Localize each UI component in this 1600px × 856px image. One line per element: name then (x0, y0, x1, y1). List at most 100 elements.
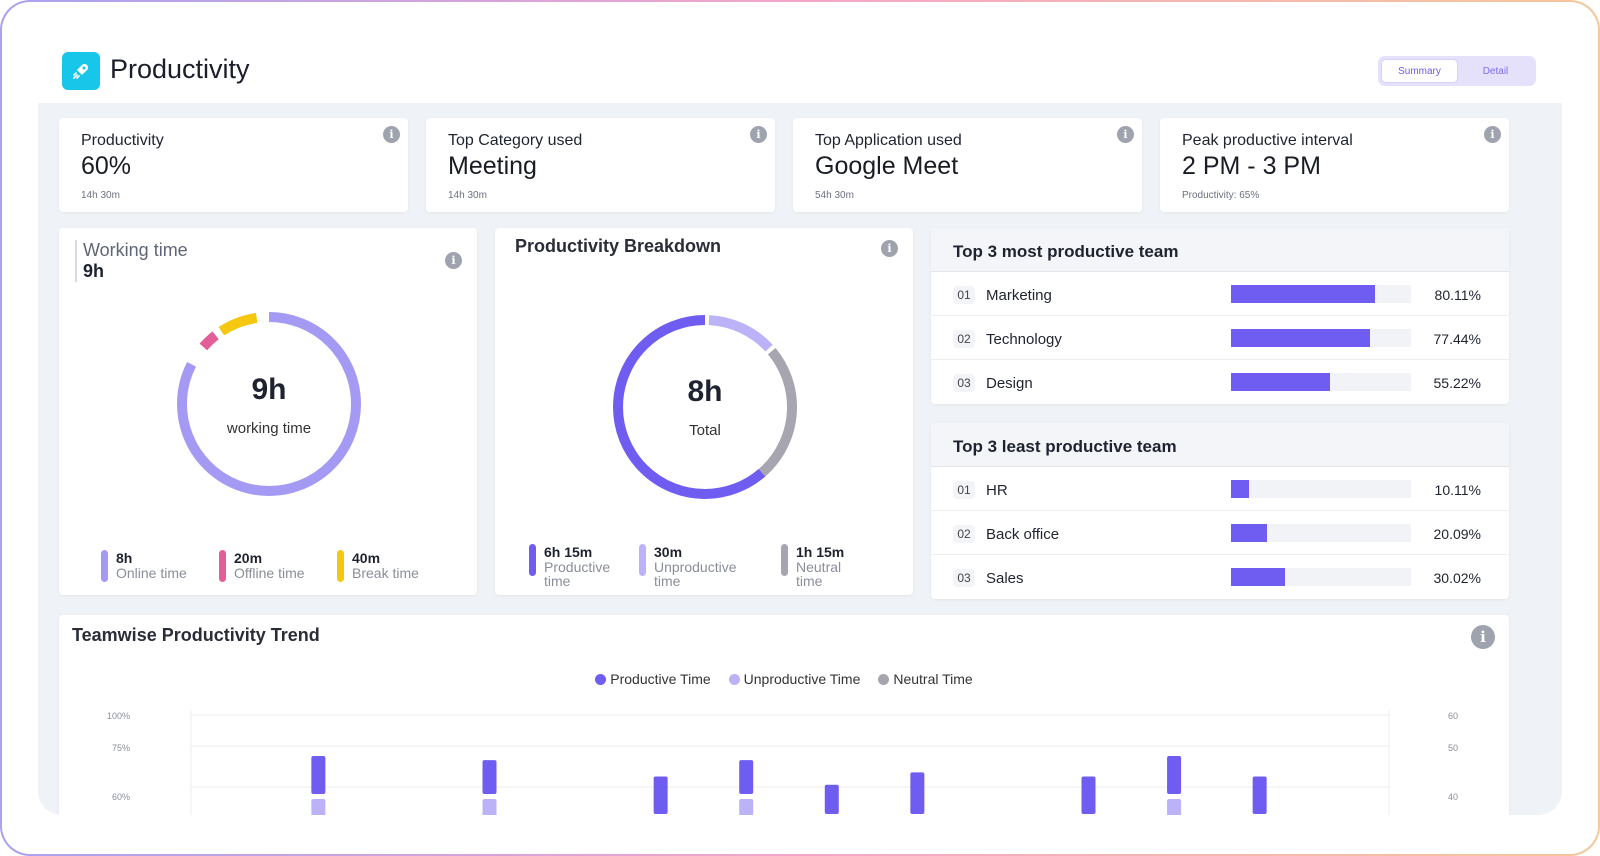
legend-productive-time: 6h 15m Productive time (529, 544, 610, 588)
donut-center-value: 9h (251, 373, 287, 406)
kpi-card-peak-interval: Peak productive interval 2 PM - 3 PM Pro… (1160, 118, 1509, 212)
legend-swatch (101, 550, 108, 582)
unproductive-bar[interactable] (1167, 799, 1182, 815)
rank-badge: 01 (953, 286, 975, 304)
legend-label: time (654, 573, 681, 589)
team-row: 03 Sales 30.02% (931, 555, 1509, 599)
donut-center-value: 8h (687, 375, 723, 408)
team-row: 01 HR 10.11% (931, 467, 1509, 511)
info-icon[interactable]: i (1484, 126, 1501, 143)
most-productive-title: Top 3 most productive team (931, 228, 1509, 272)
breakdown-title: Productivity Breakdown (515, 236, 722, 256)
legend-label: time (796, 573, 823, 589)
productive-bar[interactable] (824, 784, 839, 814)
team-row: 02 Technology 77.44% (931, 316, 1509, 360)
legend-swatch (781, 544, 788, 576)
team-name: Sales (986, 570, 1024, 587)
kpi-label: Peak productive interval (1182, 132, 1353, 149)
team-row: 02 Back office 20.09% (931, 511, 1509, 555)
progress-track (1231, 329, 1411, 347)
productive-bar[interactable] (653, 776, 668, 815)
left-axis-tick: 75% (112, 743, 131, 753)
progress-track (1231, 480, 1411, 498)
legend-label: Online time (116, 565, 187, 581)
info-icon[interactable]: i (1471, 625, 1495, 649)
team-name: Design (986, 375, 1033, 392)
legend-label: Break time (352, 565, 419, 581)
progress-fill (1231, 373, 1331, 391)
kpi-sub: 14h 30m (81, 190, 120, 201)
legend-productive: Productive Time (595, 671, 711, 687)
team-percent: 30.02% (1433, 570, 1481, 586)
info-icon[interactable]: i (881, 240, 898, 257)
team-percent: 80.11% (1434, 287, 1481, 303)
legend-value: 30m (654, 544, 683, 560)
productive-bar[interactable] (1252, 776, 1267, 815)
legend-label: Productive (544, 559, 611, 575)
rank-badge: 01 (953, 481, 975, 499)
productive-bar[interactable] (1167, 756, 1182, 794)
legend-label: time (544, 573, 571, 589)
legend-online-time: 8h Online time (101, 550, 187, 582)
productive-bar[interactable] (739, 760, 754, 794)
kpi-card-top-category: Top Category used Meeting 14h 30m i (426, 118, 775, 212)
progress-track (1231, 373, 1411, 391)
kpi-sub: 54h 30m (815, 190, 854, 201)
legend-dot (728, 674, 740, 685)
donut-center-label: Total (689, 422, 721, 439)
progress-track (1231, 568, 1411, 586)
kpi-label: Top Category used (448, 132, 583, 149)
productive-bar[interactable] (482, 760, 497, 794)
info-icon[interactable]: i (1117, 126, 1134, 143)
productive-bar[interactable] (1081, 776, 1096, 815)
progress-track (1231, 524, 1411, 542)
productive-bar[interactable] (910, 772, 925, 814)
kpi-value: Meeting (448, 152, 537, 180)
legend-label: Neutral (796, 559, 842, 575)
unproductive-bar[interactable] (739, 799, 754, 815)
legend-dot (595, 674, 607, 685)
kpi-card-productivity: Productivity 60% 14h 30m i (59, 118, 408, 212)
rocket-icon (62, 52, 100, 90)
left-axis-tick: 60% (112, 792, 131, 802)
rank-badge: 03 (953, 374, 975, 392)
trend-legend: Productive Time Unproductive Time Neutra… (59, 671, 1509, 687)
team-percent: 55.22% (1433, 375, 1481, 391)
legend-offline-time: 20m Offline time (219, 550, 305, 582)
kpi-label: Productivity (81, 132, 164, 149)
info-icon[interactable]: i (445, 252, 462, 269)
legend-value: 40m (352, 550, 381, 566)
productive-bar[interactable] (311, 756, 326, 794)
legend-value: 20m (234, 550, 263, 566)
kpi-value: Google Meet (815, 152, 959, 180)
summary-tab[interactable]: Summary (1381, 59, 1458, 83)
legend-swatch (639, 544, 646, 576)
progress-fill (1231, 568, 1286, 586)
kpi-card-top-application: Top Application used Google Meet 54h 30m… (793, 118, 1142, 212)
team-percent: 77.44% (1433, 331, 1481, 347)
unproductive-bar[interactable] (482, 799, 497, 815)
legend-value: 1h 15m (796, 544, 845, 560)
info-icon[interactable]: i (383, 126, 400, 143)
unproductive-bar[interactable] (311, 799, 326, 815)
right-axis-tick: 40 (1448, 792, 1459, 802)
legend-neutral: Neutral Time (878, 671, 973, 687)
rank-badge: 03 (953, 569, 975, 587)
progress-fill (1231, 524, 1268, 542)
trend-title: Teamwise Productivity Trend (72, 625, 320, 645)
kpi-value: 2 PM - 3 PM (1182, 152, 1321, 180)
team-name: Technology (986, 331, 1062, 348)
info-icon[interactable]: i (750, 126, 767, 143)
working-time-title: Working time (83, 240, 188, 260)
working-time-card: Working time 9h i 9h working time 8h Onli… (59, 228, 477, 595)
legend-swatch (219, 550, 226, 582)
kpi-sub: Productivity: 65% (1182, 190, 1260, 201)
productivity-breakdown-card: Productivity Breakdown i 8h Total 6h 15m… (495, 228, 913, 595)
rank-badge: 02 (953, 525, 975, 543)
progress-fill (1231, 480, 1250, 498)
detail-tab[interactable]: Detail (1458, 59, 1533, 83)
progress-fill (1231, 329, 1371, 347)
progress-track (1231, 285, 1411, 303)
page-title: Productivity (110, 54, 250, 84)
least-productive-title: Top 3 least productive team (931, 423, 1509, 467)
